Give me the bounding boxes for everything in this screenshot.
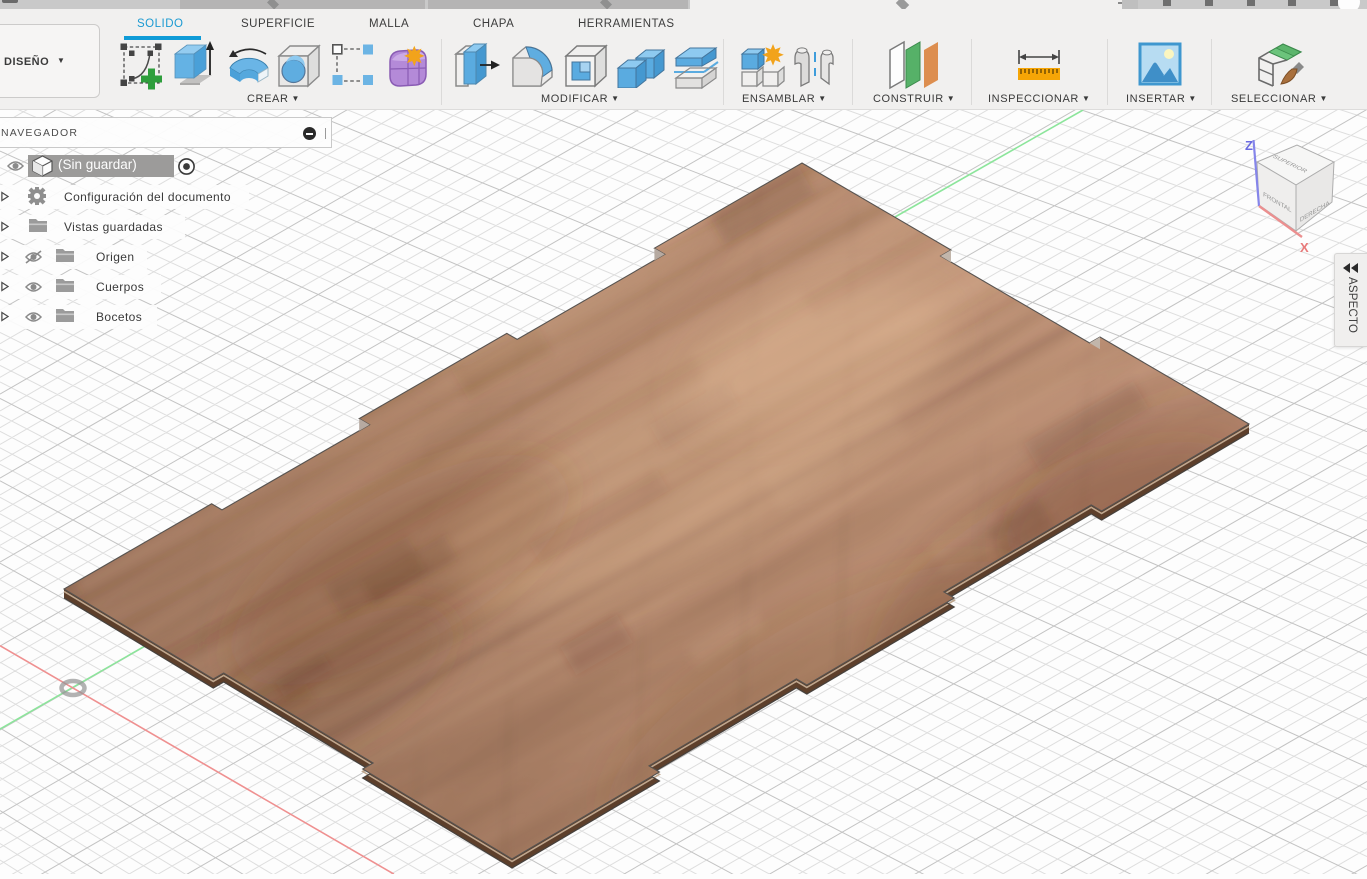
svg-text:Z: Z <box>1245 138 1253 153</box>
svg-text:X: X <box>1300 240 1309 255</box>
